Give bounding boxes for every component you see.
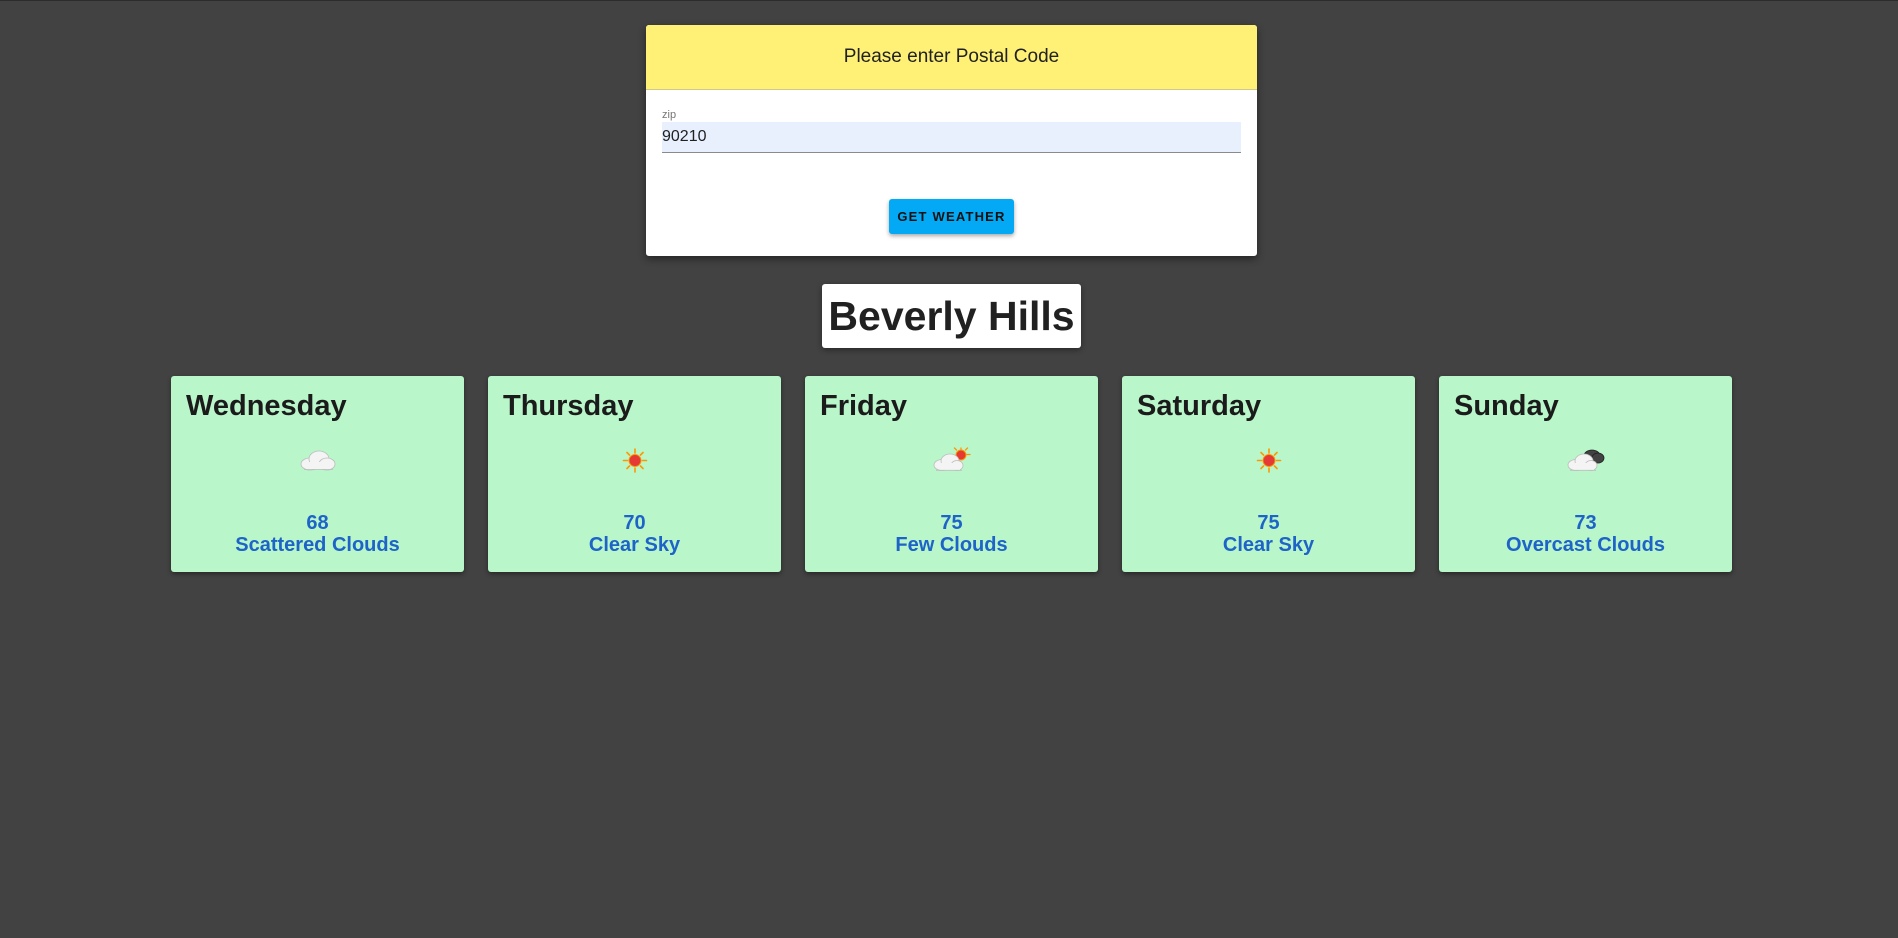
forecast-card-friday: Friday 75 Few Clouds xyxy=(805,376,1098,572)
forecast-temperature: 73 xyxy=(1574,512,1597,534)
overcast-clouds-icon xyxy=(1567,449,1604,471)
forecast-temperature: 75 xyxy=(1257,512,1280,534)
forecast-card-saturday: Saturday 75 Clear Sky xyxy=(1122,376,1415,572)
city-title: Beverly Hills xyxy=(822,284,1081,348)
forecast-temperature: 70 xyxy=(623,512,646,534)
forecast-description: Overcast Clouds xyxy=(1506,534,1665,556)
forecast-temperature: 68 xyxy=(306,512,329,534)
sun-icon xyxy=(622,448,647,473)
zip-field-label: zip xyxy=(662,109,677,121)
forecast-card-sunday: Sunday 73 Overcast Clouds xyxy=(1439,376,1732,572)
forecast-description: Scattered Clouds xyxy=(235,534,400,556)
forecast-day-name: Sunday xyxy=(1454,390,1559,422)
zip-input[interactable] xyxy=(662,122,1241,153)
forecast-day-name: Thursday xyxy=(503,390,634,422)
forecast-card-thursday: Thursday 70 Clear Sky xyxy=(488,376,781,572)
forecast-card-wednesday: Wednesday 68 Scattered Clouds xyxy=(171,376,464,572)
forecast-day-name: Friday xyxy=(820,390,908,422)
postal-code-card: Please enter Postal Code zip GET WEATHER xyxy=(646,25,1257,256)
few-clouds-icon xyxy=(933,447,971,471)
postal-code-header: Please enter Postal Code xyxy=(646,25,1257,90)
zip-field-wrapper: zip xyxy=(662,109,1241,153)
get-weather-button[interactable]: GET WEATHER xyxy=(889,199,1014,234)
forecast-description: Clear Sky xyxy=(588,534,681,556)
forecast-description: Few Clouds xyxy=(895,534,1008,556)
forecast-day-name: Saturday xyxy=(1137,390,1262,422)
forecast-day-name: Wednesday xyxy=(186,390,347,422)
forecast-description: Clear Sky xyxy=(1222,534,1315,556)
forecast-temperature: 75 xyxy=(940,512,963,534)
scattered-clouds-icon xyxy=(300,450,335,471)
sun-icon xyxy=(1256,448,1281,473)
